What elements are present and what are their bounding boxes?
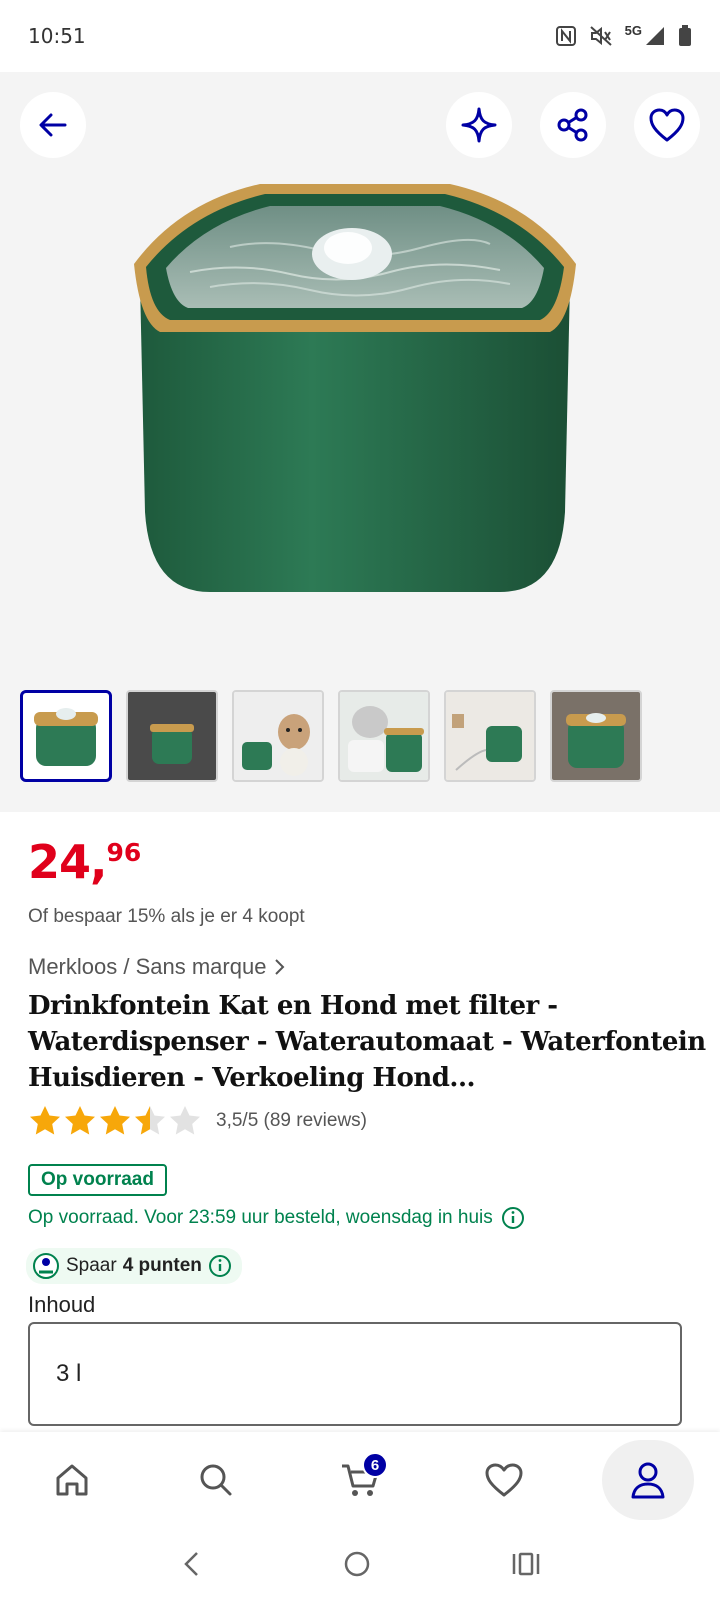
heart-icon <box>485 1463 523 1497</box>
sparkle-icon <box>461 107 497 143</box>
thumbnail-strip <box>20 690 642 782</box>
back-button[interactable] <box>20 92 86 158</box>
search-icon <box>200 1464 232 1496</box>
status-bar: 10:51 5G <box>0 0 720 72</box>
thumbnail[interactable] <box>20 690 112 782</box>
rating-star <box>170 1106 200 1135</box>
cart-count-badge: 6 <box>362 1452 388 1478</box>
price-cents: 96 <box>106 838 142 867</box>
thumbnail-image <box>128 692 216 780</box>
thumbnail-image <box>234 692 322 780</box>
rating-star <box>65 1106 95 1135</box>
home-icon <box>56 1464 88 1496</box>
bottom-navigation: 6 <box>0 1432 720 1528</box>
thumbnail[interactable] <box>338 690 430 782</box>
thumbnail-image <box>446 692 534 780</box>
system-recents-icon[interactable] <box>511 1551 541 1577</box>
network-type: 5G <box>624 22 642 38</box>
rating-text: 3,5/5 (89 reviews) <box>216 1110 368 1131</box>
product-gallery <box>0 72 720 812</box>
ai-assistant-button[interactable] <box>446 92 512 158</box>
star-rating <box>30 1106 200 1135</box>
info-icon[interactable] <box>208 1254 232 1278</box>
brand-link[interactable]: Merkloos / Sans marque <box>28 954 286 980</box>
share-icon <box>557 108 588 142</box>
info-icon[interactable] <box>501 1206 525 1230</box>
share-button[interactable] <box>540 92 606 158</box>
chevron-right-icon <box>275 959 285 975</box>
product-image[interactable] <box>120 172 590 612</box>
thumbnail-image <box>552 692 640 780</box>
status-icons: 5G <box>555 22 692 47</box>
points-badge-icon <box>33 1253 59 1279</box>
thumbnail[interactable] <box>232 690 324 782</box>
loyalty-points[interactable]: Spaar 4 punten <box>26 1248 242 1284</box>
system-navigation <box>0 1528 720 1600</box>
nav-cart[interactable]: 6 <box>314 1440 406 1520</box>
arrow-left-icon <box>39 113 67 137</box>
account-icon <box>631 1462 665 1499</box>
nav-wishlist[interactable] <box>458 1440 550 1520</box>
system-home-icon[interactable] <box>342 1549 372 1579</box>
status-time: 10:51 <box>28 24 86 48</box>
mute-icon <box>589 26 612 46</box>
price: 24, 96 <box>28 836 698 892</box>
points-value: 4 punten <box>122 1255 202 1276</box>
system-back-icon[interactable] <box>179 1550 203 1578</box>
stock-badge: Op voorraad <box>28 1164 167 1196</box>
delivery-text: Op voorraad. Voor 23:59 uur besteld, woe… <box>28 1207 493 1228</box>
battery-icon <box>679 25 691 46</box>
thumbnail[interactable] <box>550 690 642 782</box>
thumbnail-image <box>340 692 428 780</box>
delivery-info: Op voorraad. Voor 23:59 uur besteld, woe… <box>28 1206 525 1230</box>
signal-icon <box>646 27 664 45</box>
heart-icon <box>649 108 685 142</box>
favorite-button[interactable] <box>634 92 700 158</box>
variant-value: 3 l <box>56 1360 82 1387</box>
points-prefix: Spaar <box>66 1255 117 1276</box>
rating-row[interactable]: 3,5/5 (89 reviews) <box>28 1104 367 1138</box>
price-main: 24, <box>28 835 107 889</box>
rating-star <box>100 1106 130 1135</box>
thumbnail-image <box>34 708 98 766</box>
thumbnail[interactable] <box>126 690 218 782</box>
variant-select[interactable]: 3 l <box>28 1322 682 1426</box>
bundle-offer[interactable]: Of bespaar 15% als je er 4 koopt <box>28 906 305 928</box>
nav-home[interactable] <box>26 1440 118 1520</box>
nfc-icon <box>555 26 576 46</box>
variant-label: Inhoud <box>28 1292 96 1317</box>
rating-star <box>135 1106 165 1135</box>
product-details: 24, 96 Of bespaar 15% als je er 4 koopt … <box>26 836 706 1426</box>
product-title: Drinkfontein Kat en Hond met filter - Wa… <box>28 991 706 1093</box>
brand-name: Merkloos / Sans marque <box>28 954 267 979</box>
thumbnail[interactable] <box>444 690 536 782</box>
nav-search[interactable] <box>170 1440 262 1520</box>
rating-star <box>30 1106 60 1135</box>
nav-account[interactable] <box>602 1440 694 1520</box>
